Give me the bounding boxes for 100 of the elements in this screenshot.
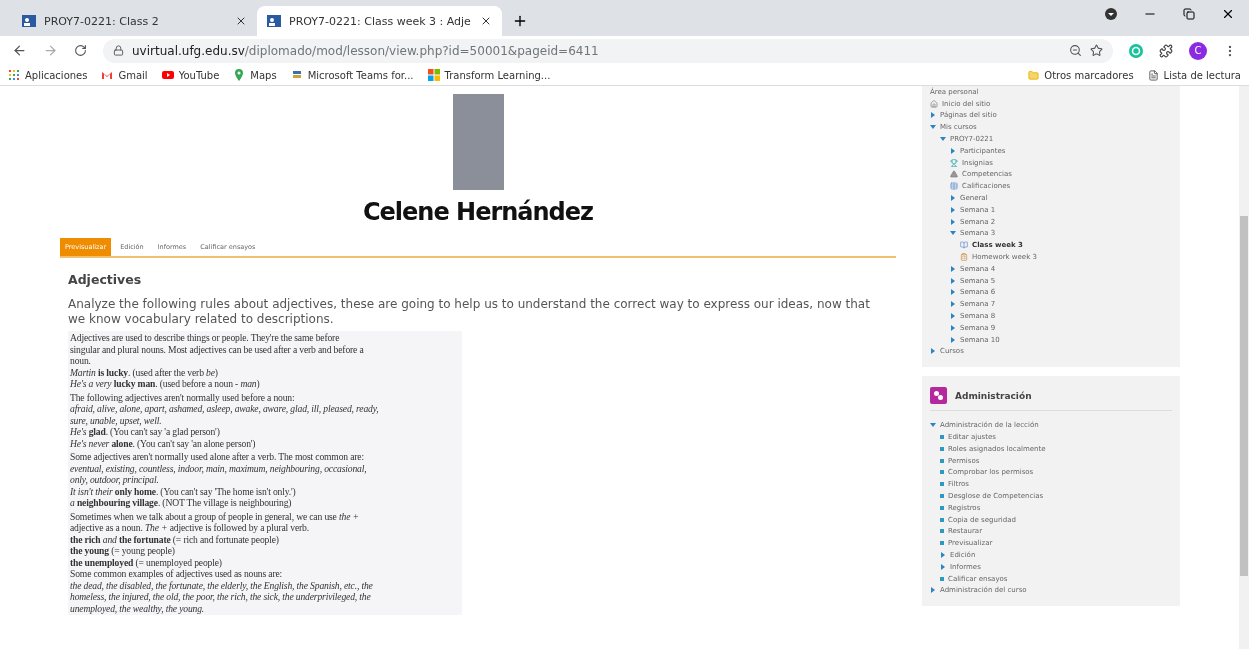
stack-icon [290, 69, 303, 81]
browser-tab[interactable]: PROY7-0221: Class 2 [12, 6, 257, 36]
document-line: a neighbouring village. (NOT The village is neighbouring) [70, 497, 293, 509]
collapsed-arrow-icon[interactable] [950, 301, 956, 308]
document-line: He's glad. (You can't say 'a glad person') [70, 426, 221, 438]
bullet-icon [940, 435, 944, 439]
collapsed-arrow-icon[interactable] [950, 206, 956, 213]
reading-list-button[interactable]: Lista de lectura [1147, 69, 1241, 81]
collapsed-arrow-icon[interactable] [950, 147, 956, 154]
bullet-icon [940, 529, 944, 534]
star-icon[interactable] [1090, 44, 1103, 57]
collapsed-arrow-icon[interactable] [950, 265, 956, 272]
document-line: afraid, alive, alone, apart, ashamed, asleep, awake, aware, glad, ill, pleased, ready, [70, 403, 380, 415]
triangle-icon [950, 170, 958, 179]
bookmark-link[interactable]: YouTube [161, 69, 220, 81]
document-line: noun. [70, 355, 92, 367]
document-line: eventual, existing, countless, indoor, main, maximum, neighbouring, occasional, [70, 462, 368, 474]
profile-name: Celene Hernández [362, 198, 594, 226]
document-line: homeless, the injured, the old, the poor, the rich, the sick, the underprivileged, the [70, 591, 372, 603]
close-icon[interactable] [1221, 7, 1235, 21]
book-icon [960, 241, 968, 250]
extensions-icon[interactable] [1159, 43, 1173, 58]
collapsed-arrow-icon[interactable] [950, 324, 956, 331]
bullet-icon [940, 446, 944, 451]
bookmark-folder[interactable]: Otros marcadores [1028, 69, 1134, 81]
bullet-icon [940, 494, 944, 498]
document-line: He's a very lucky man. (used before a noun - man) [70, 378, 261, 390]
bookmark-link[interactable]: Aplicaciones [8, 69, 88, 81]
panel-title: Administración [955, 390, 1032, 401]
document-line: adjective as a noun. The + adjective is followed by a plural verb. [70, 522, 310, 534]
bullet-icon [940, 576, 944, 581]
bullet-icon [940, 482, 944, 487]
collapsed-arrow-icon[interactable] [930, 112, 936, 119]
four-squares-icon [427, 69, 440, 81]
document-line: the rich and the fortunate (= rich and fortunate people) [70, 533, 280, 545]
close-icon[interactable] [235, 15, 247, 27]
back-icon[interactable] [12, 43, 27, 58]
bullet-icon [940, 517, 944, 522]
folder-icon [1028, 69, 1040, 81]
document-line: sure, unable, upset, well. [70, 414, 163, 426]
bullet-icon [940, 458, 944, 463]
document-line: only, outdoor, principal. [70, 474, 160, 486]
collapsed-arrow-icon[interactable] [950, 218, 956, 225]
lesson-heading: Adjectives [68, 272, 143, 287]
reload-icon[interactable] [74, 44, 87, 57]
collapsed-arrow-icon[interactable] [950, 195, 956, 202]
document-line: singular and plural nouns. Most adjectives can be used after a verb and before a [70, 343, 365, 355]
trophy-icon [950, 158, 958, 167]
bullet-icon [940, 505, 944, 510]
document-line: Some adjectives aren't normally used alone after a verb. The most common are: [70, 451, 365, 463]
collapsed-arrow-icon[interactable] [950, 336, 956, 343]
document-line: the unemployed (= unemployed people) [70, 556, 223, 568]
zoom-out-icon[interactable] [1069, 44, 1082, 57]
tab-title: PROY7-0221: Class week 3 : Adje [289, 14, 472, 28]
bookmark-link[interactable]: Gmail [101, 69, 148, 81]
restore-icon[interactable] [1183, 8, 1195, 20]
bookmark-link[interactable]: Microsoft Teams for... [290, 69, 414, 81]
envelope-icon [101, 69, 114, 81]
lock-icon [113, 45, 124, 56]
forward-icon[interactable] [43, 43, 58, 58]
expanded-arrow-icon[interactable] [930, 124, 936, 131]
document-line: Martin is lucky. (used after the verb be) [70, 366, 219, 378]
play-icon [161, 69, 174, 81]
bookmark-link[interactable]: Transform Learning... [427, 69, 551, 81]
clipboard-icon [960, 253, 968, 262]
expanded-arrow-icon[interactable] [950, 230, 956, 237]
profile-avatar[interactable]: C [1189, 41, 1207, 60]
url-host: uvirtual.ufg.edu.sv [132, 43, 245, 58]
bullet-icon [940, 470, 944, 475]
lesson-intro: Analyze the following rules about adjectives, these are going to help us to understand the correct way to express our ideas, now that we know vocabulary related to descriptions. [68, 297, 871, 327]
collapsed-arrow-icon[interactable] [930, 348, 936, 355]
document-line: Some common examples of adjectives used as nouns are: [70, 568, 284, 580]
document-line: The following adjectives aren't normally used before a noun: [70, 391, 296, 403]
collapsed-arrow-icon[interactable] [950, 313, 956, 320]
house-icon [930, 99, 938, 108]
document-line: the young (= young people) [70, 545, 176, 557]
document-line: He's never alone. (You can't say 'an alone person') [70, 437, 257, 449]
expanded-arrow-icon[interactable] [930, 422, 936, 429]
address-bar[interactable]: uvirtual.ufg.edu.sv/diplomado/mod/lesson/view.php?id=50001&pageid=6411 [103, 38, 1113, 63]
scrollbar[interactable] [1239, 86, 1249, 649]
collapsed-arrow-icon[interactable] [950, 289, 956, 296]
bullet-icon [940, 541, 944, 546]
media-icon[interactable] [1105, 8, 1117, 20]
collapsed-arrow-icon[interactable] [950, 277, 956, 284]
map-pin-icon [233, 69, 246, 81]
browser-tab[interactable]: PROY7-0221: Class week 3 : Adje [257, 6, 502, 36]
close-icon[interactable] [480, 15, 492, 27]
collapsed-arrow-icon[interactable] [930, 587, 936, 594]
bookmark-link[interactable]: Maps [233, 69, 277, 81]
new-tab-icon[interactable] [512, 13, 528, 29]
extension-circle-icon[interactable] [1129, 43, 1143, 58]
expanded-arrow-icon[interactable] [940, 136, 946, 143]
document-line: Sometimes when we talk about a group of people in general, we can use the + [70, 510, 360, 522]
collapsed-arrow-icon[interactable] [940, 563, 946, 570]
collapsed-arrow-icon[interactable] [940, 552, 946, 558]
table-icon [950, 182, 958, 191]
document-line: unemployed, the wealthy, the young. [70, 602, 206, 614]
document-line: Adjectives are used to describe things or people. They're the same before [70, 332, 341, 344]
tab-title: PROY7-0221: Class 2 [44, 14, 160, 28]
site-icon [267, 15, 281, 27]
